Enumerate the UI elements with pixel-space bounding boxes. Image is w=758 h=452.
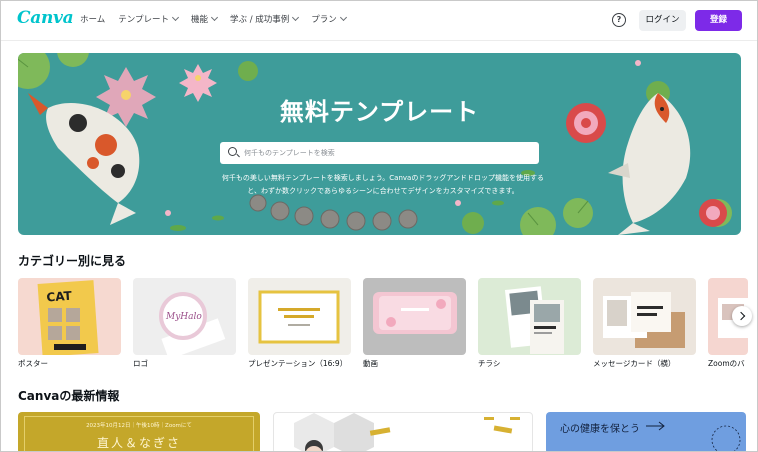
nav-label: ホーム [80,15,106,25]
category-label: メッセージカード（横） [593,359,676,368]
question-circle-icon[interactable]: ? [612,13,626,27]
nav-label: テンプレート [118,15,169,25]
hero-banner: 無料テンプレート 何千もの美しい無料テンプレートを検索しましょう。Canvaのド… [18,53,741,235]
nav-plans[interactable]: プラン [311,13,347,25]
chevron-down-icon [210,13,219,22]
hero-title: 無料テンプレート [279,98,480,126]
category-card-poster[interactable]: CAT ポスター [18,278,121,368]
news-card-mental-health[interactable]: 心の健康を保とう [546,412,746,451]
template-search-box[interactable] [220,142,539,164]
news-card-wedding[interactable]: 2023年10月12日｜午後10時｜Zoomにて 直人＆なぎさ [18,412,260,451]
news-card-profile[interactable] [273,412,533,451]
nav-label: 学ぶ / 成功事例 [230,15,290,25]
mental-health-card-art [646,421,741,451]
login-button[interactable]: ログイン [639,10,686,31]
logo-thumbnail-art: MyHalo [159,292,226,355]
flyer-thumbnail-art [504,286,564,354]
chevron-down-icon [292,13,300,22]
categories-heading: カテゴリー別に見る [18,254,127,268]
category-label: ロゴ [133,359,148,368]
nav-templates[interactable]: テンプレート [118,13,180,25]
category-card-video[interactable]: 動画 [363,278,466,368]
category-thumbnail: CAT [18,278,121,355]
nav-learn[interactable]: 学ぶ / 成功事例 [230,13,300,25]
search-icon [228,147,237,156]
template-search-input[interactable] [244,145,529,161]
poster-thumbnail-art: CAT [37,280,99,355]
card-date: 2023年10月12日｜午後10時｜Zoomにて [86,423,192,429]
card-title: 直人＆なぎさ [96,436,181,450]
canva-logo[interactable]: Canva [17,8,74,28]
chevron-down-icon [171,13,180,22]
category-thumbnail: MyHalo [133,278,236,355]
category-carousel: CAT ポスター MyHalo ロゴ プレゼンテーション（16:9） 動画 チラ… [18,278,757,370]
category-thumbnail [478,278,581,355]
category-card-message-card[interactable]: メッセージカード（横） [593,278,696,368]
category-label: プレゼンテーション（16:9） [248,359,348,368]
category-label: 動画 [363,359,378,368]
category-label: ポスター [18,359,48,368]
nav-label: プラン [311,15,337,25]
svg-text:MyHalo: MyHalo [165,312,202,322]
hero-description: 何千もの美しい無料テンプレートを検索しましょう。Canvaのドラッグアンドドロッ… [221,174,545,195]
category-card-flyer[interactable]: チラシ [478,278,581,368]
logo-text: Canva [17,8,74,28]
svg-text:CAT: CAT [46,289,73,305]
nav-label: 機能 [191,15,209,25]
presentation-thumbnail-art [258,290,340,344]
page: Canva ホーム テンプレート 機能 学ぶ / 成功事例 プラン ? ログイン… [0,0,758,452]
news-heading: Canvaの最新情報 [18,389,120,403]
nav-home[interactable]: ホーム [80,13,105,25]
category-label: チラシ [478,359,501,368]
main-nav: ホーム テンプレート 機能 学ぶ / 成功事例 プラン [80,13,359,25]
category-thumbnail [593,278,696,355]
category-label: Zoomのバ [708,359,745,368]
profile-card-art [294,413,520,451]
category-thumbnail [363,278,466,355]
chevron-down-icon [339,13,347,22]
nav-features[interactable]: 機能 [191,13,219,25]
message-card-thumbnail-art [603,292,685,348]
category-card-logo[interactable]: MyHalo ロゴ [133,278,236,368]
category-thumbnail [248,278,351,355]
category-card-presentation[interactable]: プレゼンテーション（16:9） [248,278,351,368]
chevron-right-icon[interactable] [732,306,752,326]
signup-button[interactable]: 登録 [695,10,742,31]
video-thumbnail-art [373,292,457,334]
top-navigation-bar: Canva ホーム テンプレート 機能 学ぶ / 成功事例 プラン ? ログイン… [1,1,757,41]
